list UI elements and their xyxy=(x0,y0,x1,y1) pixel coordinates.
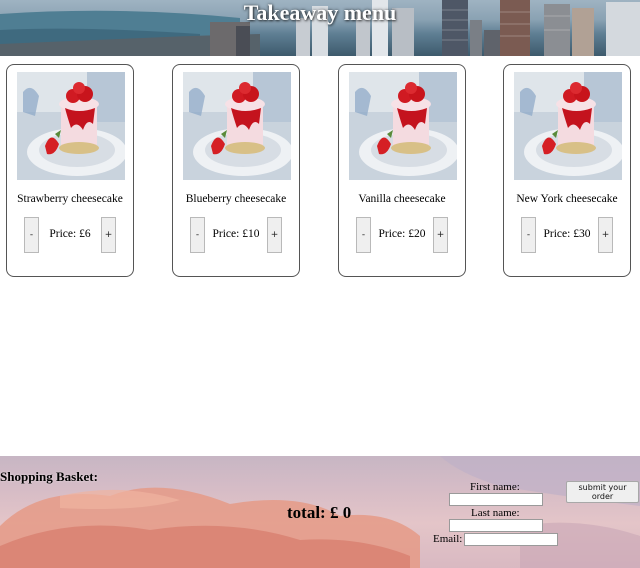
last-name-label: Last name: xyxy=(471,507,520,519)
email-label: Email: xyxy=(433,533,463,545)
page-title: Takeaway menu xyxy=(243,0,397,25)
decrease-quantity-button[interactable]: - xyxy=(521,217,536,253)
product-price: Price: £10 xyxy=(212,228,260,240)
shopping-basket-footer: Shopping Basket: total: £ 0 First name: … xyxy=(0,456,640,568)
submit-order-button[interactable]: submit your order xyxy=(566,481,639,503)
decrease-quantity-button[interactable]: - xyxy=(356,217,371,253)
increase-quantity-button[interactable]: + xyxy=(101,217,116,253)
increase-quantity-button[interactable]: + xyxy=(433,217,448,253)
cheesecake-photo xyxy=(17,72,125,180)
product-name: Vanilla cheesecake xyxy=(358,193,446,205)
basket-title: Shopping Basket: xyxy=(0,469,98,484)
takeaway-menu-page: Takeaway menu Strawberry cheesecake - Pr… xyxy=(0,0,640,568)
cheesecake-photo xyxy=(514,72,622,180)
decrease-quantity-button[interactable]: - xyxy=(24,217,39,253)
product-name: Strawberry cheesecake xyxy=(17,193,123,205)
increase-quantity-button[interactable]: + xyxy=(267,217,282,253)
basket-total: total: £ 0 xyxy=(287,503,352,522)
first-name-label: First name: xyxy=(470,481,520,493)
cheesecake-photo xyxy=(349,72,457,180)
product-card-new-york: New York cheesecake - Price: £30 + xyxy=(503,64,631,277)
cheesecake-photo xyxy=(183,72,291,180)
last-name-input[interactable] xyxy=(449,519,543,532)
product-price: Price: £20 xyxy=(378,228,426,240)
product-price: Price: £30 xyxy=(543,228,591,240)
header-banner: Takeaway menu xyxy=(0,0,640,56)
product-name: Blueberry cheesecake xyxy=(185,193,287,205)
first-name-input[interactable] xyxy=(449,493,543,506)
email-input[interactable] xyxy=(464,533,558,546)
decrease-quantity-button[interactable]: - xyxy=(190,217,205,253)
product-card-strawberry: Strawberry cheesecake - Price: £6 + xyxy=(6,64,134,277)
increase-quantity-button[interactable]: + xyxy=(598,217,613,253)
product-price: Price: £6 xyxy=(49,228,91,240)
product-card-vanilla: Vanilla cheesecake - Price: £20 + xyxy=(338,64,466,277)
product-card-blueberry: Blueberry cheesecake - Price: £10 + xyxy=(172,64,300,277)
product-name: New York cheesecake xyxy=(516,193,618,205)
